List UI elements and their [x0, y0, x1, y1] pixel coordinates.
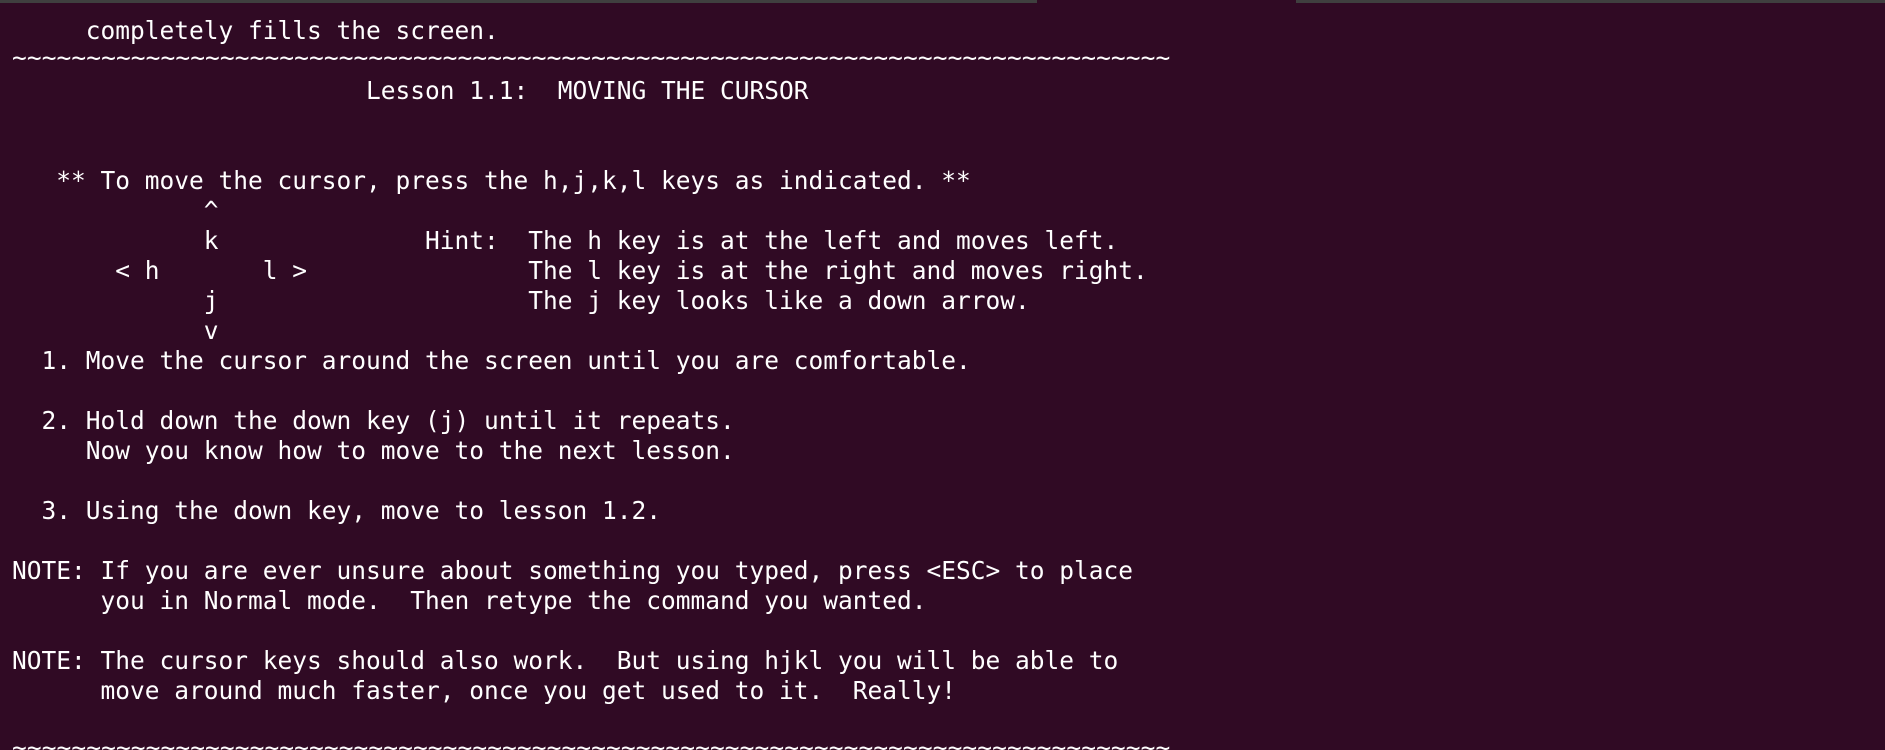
terminal-line: you in Normal mode. Then retype the comm… — [12, 586, 927, 615]
lesson-title: Lesson 1.1: MOVING THE CURSOR — [12, 76, 809, 105]
window-top-strip — [0, 0, 1885, 3]
terminal-line: move around much faster, once you get us… — [12, 676, 957, 705]
terminal-line: ** To move the cursor, press the h,j,k,l… — [12, 166, 971, 195]
terminal-text-area[interactable]: completely fills the screen. ~~~~~~~~~~~… — [12, 16, 1872, 750]
terminal-line: k Hint: The h key is at the left and mov… — [12, 226, 1119, 255]
terminal-line-separator: ~~~~~~~~~~~~~~~~~~~~~~~~~~~~~~~~~~~~~~~~… — [12, 43, 1171, 72]
top-strip-segment — [1296, 0, 1885, 3]
terminal-line: < h l > The l key is at the right and mo… — [12, 256, 1148, 285]
terminal-line: ^ — [12, 196, 219, 225]
terminal-line: completely fills the screen. — [12, 16, 499, 45]
terminal-line: NOTE: If you are ever unsure about somet… — [12, 556, 1134, 585]
terminal-line: v — [12, 316, 219, 345]
terminal-line: Now you know how to move to the next les… — [12, 436, 735, 465]
terminal-line: j The j key looks like a down arrow. — [12, 286, 1030, 315]
terminal-line: 2. Hold down the down key (j) until it r… — [12, 406, 735, 435]
top-strip-segment — [0, 0, 1037, 3]
terminal-line: NOTE: The cursor keys should also work. … — [12, 646, 1119, 675]
terminal-line-separator: ~~~~~~~~~~~~~~~~~~~~~~~~~~~~~~~~~~~~~~~~… — [12, 733, 1171, 750]
terminal-line: 1. Move the cursor around the screen unt… — [12, 346, 971, 375]
terminal-line: 3. Using the down key, move to lesson 1.… — [12, 496, 662, 525]
